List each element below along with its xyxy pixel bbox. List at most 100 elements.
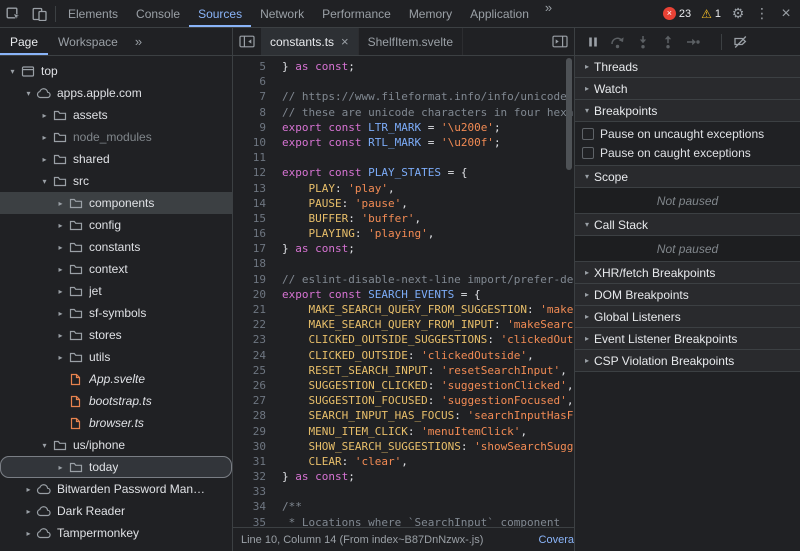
tree-item-jet[interactable]: ▸ jet — [0, 280, 232, 302]
checkbox-row-pause-on-uncaught-exceptions[interactable]: Pause on uncaught exceptions — [575, 124, 800, 143]
more-panels-chevron[interactable]: » — [538, 0, 559, 27]
chevron-collapsed-icon[interactable]: ▸ — [38, 111, 51, 120]
editor-tab-constants-ts[interactable]: constants.ts × — [261, 28, 359, 55]
coverage-link[interactable]: Covera — [539, 534, 574, 546]
line-number[interactable]: 24 — [233, 348, 266, 363]
line-number[interactable]: 13 — [233, 181, 266, 196]
chevron-collapsed-icon[interactable]: ▸ — [54, 331, 67, 340]
toggle-navigator-icon[interactable] — [233, 28, 261, 55]
tree-item-assets[interactable]: ▸ assets — [0, 104, 232, 126]
tree-item-apps-apple-com[interactable]: ▾ apps.apple.com — [0, 82, 232, 104]
chevron-collapsed-icon[interactable]: ▸ — [22, 529, 35, 538]
pause-icon[interactable] — [580, 28, 605, 55]
chevron-collapsed-icon[interactable]: ▸ — [22, 485, 35, 494]
checkbox-row-pause-on-caught-exceptions[interactable]: Pause on caught exceptions — [575, 143, 800, 162]
chevron-collapsed-icon[interactable]: ▸ — [38, 155, 51, 164]
section-header-call-stack[interactable]: ▾ Call Stack — [575, 214, 800, 236]
tree-item-top[interactable]: ▾ top — [0, 60, 232, 82]
line-number[interactable]: 34 — [233, 499, 266, 514]
tab-sources[interactable]: Sources — [189, 0, 251, 27]
close-tab-icon[interactable]: × — [341, 34, 349, 49]
tree-item-stores[interactable]: ▸ stores — [0, 324, 232, 346]
console-error-badge[interactable]: × 23 — [658, 7, 696, 20]
tab-elements[interactable]: Elements — [59, 0, 127, 27]
chevron-expanded-icon[interactable]: ▾ — [38, 177, 51, 186]
line-number[interactable]: 18 — [233, 256, 266, 271]
tree-item-components[interactable]: ▸ components — [0, 192, 232, 214]
chevron-collapsed-icon[interactable]: ▸ — [54, 243, 67, 252]
line-number[interactable]: 26 — [233, 378, 266, 393]
navigator-tab-workspace[interactable]: Workspace — [48, 28, 128, 55]
console-warning-badge[interactable]: ⚠ 1 — [696, 8, 726, 20]
tree-item-app-svelte[interactable]: App.svelte — [0, 368, 232, 390]
tree-item-constants[interactable]: ▸ constants — [0, 236, 232, 258]
line-number[interactable]: 29 — [233, 424, 266, 439]
chevron-collapsed-icon[interactable]: ▸ — [22, 507, 35, 516]
line-number[interactable]: 14 — [233, 196, 266, 211]
tree-item-bitwarden-password-man[interactable]: ▸ Bitwarden Password Man… — [0, 478, 232, 500]
section-header-dom-breakpoints[interactable]: ▸ DOM Breakpoints — [575, 284, 800, 306]
chevron-collapsed-icon[interactable]: ▸ — [38, 133, 51, 142]
tree-item-sf-symbols[interactable]: ▸ sf-symbols — [0, 302, 232, 324]
chevron-collapsed-icon[interactable]: ▸ — [54, 353, 67, 362]
line-number[interactable]: 22 — [233, 317, 266, 332]
tree-item-src[interactable]: ▾ src — [0, 170, 232, 192]
line-number[interactable]: 15 — [233, 211, 266, 226]
tree-item-us-iphone[interactable]: ▾ us/iphone — [0, 434, 232, 456]
section-header-watch[interactable]: ▸ Watch — [575, 78, 800, 100]
line-number[interactable]: 33 — [233, 484, 266, 499]
section-header-xhr-fetch-breakpoints[interactable]: ▸ XHR/fetch Breakpoints — [575, 262, 800, 284]
chevron-collapsed-icon[interactable]: ▸ — [54, 221, 67, 230]
tree-item-utils[interactable]: ▸ utils — [0, 346, 232, 368]
kebab-menu-icon[interactable]: ⋮ — [750, 0, 774, 27]
tree-item-tampermonkey[interactable]: ▸ Tampermonkey — [0, 522, 232, 544]
section-header-global-listeners[interactable]: ▸ Global Listeners — [575, 306, 800, 328]
section-header-event-listener-breakpoints[interactable]: ▸ Event Listener Breakpoints — [575, 328, 800, 350]
chevron-collapsed-icon[interactable]: ▸ — [54, 199, 67, 208]
tab-network[interactable]: Network — [251, 0, 313, 27]
line-number[interactable]: 6 — [233, 74, 266, 89]
line-number[interactable]: 12 — [233, 165, 266, 180]
line-number[interactable]: 7 — [233, 89, 266, 104]
chevron-collapsed-icon[interactable]: ▸ — [54, 287, 67, 296]
section-header-breakpoints[interactable]: ▾ Breakpoints — [575, 100, 800, 122]
line-number[interactable]: 28 — [233, 408, 266, 423]
inspect-element-icon[interactable] — [0, 0, 26, 27]
step-icon[interactable] — [680, 28, 705, 55]
chevron-collapsed-icon[interactable]: ▸ — [54, 265, 67, 274]
line-number[interactable]: 11 — [233, 150, 266, 165]
device-toolbar-icon[interactable] — [26, 0, 52, 27]
line-number[interactable]: 35 — [233, 515, 266, 527]
tab-performance[interactable]: Performance — [313, 0, 400, 27]
tab-console[interactable]: Console — [127, 0, 189, 27]
navigator-tab-page[interactable]: Page — [0, 28, 48, 55]
step-out-icon[interactable] — [655, 28, 680, 55]
chevron-expanded-icon[interactable]: ▾ — [22, 89, 35, 98]
line-number[interactable]: 32 — [233, 469, 266, 484]
chevron-collapsed-icon[interactable]: ▸ — [54, 463, 67, 472]
editor-tab-shelfitem-svelte[interactable]: ShelfItem.svelte — [359, 28, 463, 55]
close-devtools-icon[interactable]: × — [774, 0, 798, 27]
line-number[interactable]: 8 — [233, 105, 266, 120]
line-number[interactable]: 19 — [233, 272, 266, 287]
line-number[interactable]: 20 — [233, 287, 266, 302]
step-into-icon[interactable] — [630, 28, 655, 55]
section-header-threads[interactable]: ▸ Threads — [575, 56, 800, 78]
tree-item-node-modules[interactable]: ▸ node_modules — [0, 126, 232, 148]
line-number[interactable]: 31 — [233, 454, 266, 469]
tab-memory[interactable]: Memory — [400, 0, 461, 27]
line-number[interactable]: 17 — [233, 241, 266, 256]
checkbox[interactable] — [582, 127, 594, 140]
chevron-collapsed-icon[interactable]: ▸ — [54, 309, 67, 318]
tree-item-shared[interactable]: ▸ shared — [0, 148, 232, 170]
tree-item-today[interactable]: ▸ today — [0, 456, 232, 478]
section-header-csp-violation-breakpoints[interactable]: ▸ CSP Violation Breakpoints — [575, 350, 800, 372]
settings-gear-icon[interactable]: ⚙ — [726, 0, 750, 27]
line-number[interactable]: 5 — [233, 59, 266, 74]
toggle-debugger-panel-icon[interactable] — [546, 35, 574, 48]
checkbox[interactable] — [582, 146, 594, 159]
tree-item-dark-reader[interactable]: ▸ Dark Reader — [0, 500, 232, 522]
tree-item-config[interactable]: ▸ config — [0, 214, 232, 236]
line-number[interactable]: 25 — [233, 363, 266, 378]
chevron-expanded-icon[interactable]: ▾ — [6, 67, 19, 76]
